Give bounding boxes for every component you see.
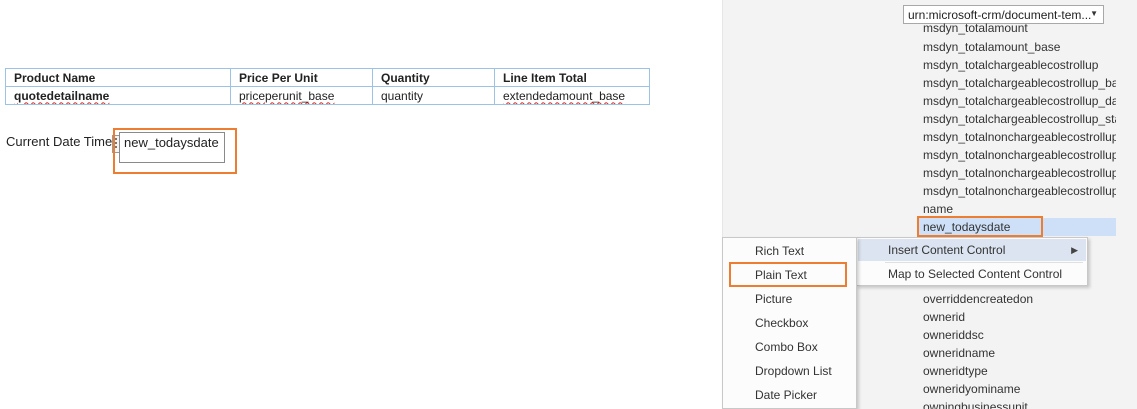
header-line-item-total[interactable]: Line Item Total (494, 68, 650, 87)
field-item[interactable]: msdyn_totalchargeablecostrollup_base (918, 74, 1116, 92)
cell-quantity-text: quantity (381, 88, 424, 103)
field-item[interactable]: owneriddsc (918, 326, 1116, 344)
field-item[interactable]: owneridtype (918, 362, 1116, 380)
selected-field-highlight (917, 216, 1043, 237)
field-item[interactable]: msdyn_totalamount_base (918, 38, 1116, 56)
custom-xml-part-dropdown[interactable]: urn:microsoft-crm/document-tem... ▼ (903, 5, 1104, 24)
submenu-combo-box[interactable]: Combo Box (724, 336, 855, 358)
cell-quantity[interactable]: quantity (372, 86, 495, 105)
dropdown-value: urn:microsoft-crm/document-tem... (908, 8, 1092, 22)
header-quantity[interactable]: Quantity (372, 68, 495, 87)
field-item[interactable]: overriddencreatedon (918, 290, 1116, 308)
header-price-per-unit[interactable]: Price Per Unit (230, 68, 373, 87)
cell-price-per-unit-text: priceperunit_base (239, 88, 335, 103)
header-product-name[interactable]: Product Name (5, 68, 231, 87)
field-item[interactable]: ownerid (918, 308, 1116, 326)
field-item[interactable]: msdyn_totalnonchargeablecostrollup_date (918, 164, 1116, 182)
field-item[interactable]: owningbusinessunit (918, 398, 1116, 409)
submenu-dropdown-list[interactable]: Dropdown List (724, 360, 855, 382)
map-to-selected-menu-item[interactable]: Map to Selected Content Control (858, 263, 1086, 285)
field-item[interactable]: msdyn_totalnonchargeablecostrollup (918, 128, 1116, 146)
content-control-highlight (113, 128, 237, 174)
cell-line-item-total[interactable]: extendedamount_base (494, 86, 650, 105)
submenu-checkbox[interactable]: Checkbox (724, 312, 855, 334)
field-context-menu: Insert Content Control ▶ Map to Selected… (856, 237, 1088, 286)
submenu-picture[interactable]: Picture (724, 288, 855, 310)
insert-content-control-menu-item[interactable]: Insert Content Control ▶ (858, 239, 1086, 261)
cell-price-per-unit[interactable]: priceperunit_base (230, 86, 373, 105)
quote-detail-table: Product Name Price Per Unit Quantity Lin… (5, 68, 650, 105)
submenu-rich-text[interactable]: Rich Text (724, 240, 855, 262)
plain-text-highlight (729, 262, 847, 287)
field-item[interactable]: msdyn_totalamount (918, 23, 1116, 37)
field-item[interactable]: msdyn_totalnonchargeablecostrollup_state (918, 182, 1116, 200)
field-item[interactable]: msdyn_totalchargeablecostrollup_date (918, 92, 1116, 110)
table-row: quotedetailname priceperunit_base quanti… (5, 86, 650, 105)
field-item[interactable]: owneridname (918, 344, 1116, 362)
cell-line-item-total-text: extendedamount_base (503, 88, 626, 103)
submenu-date-picker[interactable]: Date Picker (724, 384, 855, 406)
field-item[interactable]: msdyn_totalchargeablecostrollup (918, 56, 1116, 74)
field-item[interactable]: msdyn_totalnonchargeablecostrollup_base (918, 146, 1116, 164)
field-item[interactable]: owneridyominame (918, 380, 1116, 398)
pane-scrollbar[interactable] (1117, 0, 1137, 409)
current-date-time-label: Current Date Time (6, 134, 112, 149)
chevron-down-icon: ▼ (1090, 9, 1098, 18)
field-item[interactable]: msdyn_totalchargeablecostrollup_state (918, 110, 1116, 128)
insert-content-control-label: Insert Content Control (888, 243, 1006, 257)
table-header-row: Product Name Price Per Unit Quantity Lin… (5, 68, 650, 87)
cell-product-name-text: quotedetailname (14, 88, 110, 103)
cell-product-name[interactable]: quotedetailname (5, 86, 231, 105)
chevron-right-icon: ▶ (1071, 245, 1078, 255)
